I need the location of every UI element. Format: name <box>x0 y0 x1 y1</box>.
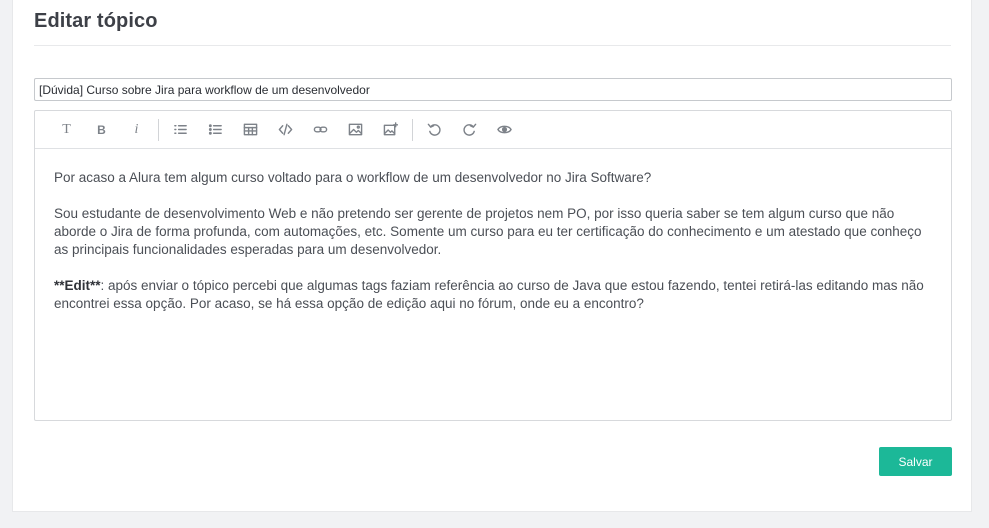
page-title: Editar tópico <box>34 10 158 32</box>
body-paragraph: Por acaso a Alura tem algum curso voltad… <box>54 170 652 185</box>
code-icon <box>278 123 293 136</box>
markdown-editor: T B i Por acaso a Alura tem algum curso … <box>34 110 952 421</box>
redo-button[interactable] <box>452 117 487 143</box>
image-icon <box>348 123 363 136</box>
toolbar-separator <box>158 118 159 141</box>
title-divider <box>34 45 951 46</box>
link-button[interactable] <box>303 117 338 143</box>
editor-textarea[interactable]: Por acaso a Alura tem algum curso voltad… <box>35 149 951 313</box>
italic-icon: i <box>134 121 139 137</box>
body-paragraph: **Edit**: após enviar o tópico percebi q… <box>54 277 932 313</box>
bold-icon: B <box>97 122 106 137</box>
toolbar-separator <box>412 118 413 141</box>
bullet-list-button[interactable] <box>198 117 233 143</box>
edit-topic-card: Editar tópico T B i <box>12 0 972 512</box>
body-paragraph: Sou estudante de desenvolvimento Web e n… <box>54 206 922 257</box>
redo-icon <box>463 123 477 136</box>
bold-button[interactable]: B <box>84 117 119 143</box>
image-upload-icon <box>383 122 398 136</box>
editor-toolbar: T B i <box>35 111 951 149</box>
undo-button[interactable] <box>417 117 452 143</box>
image-button[interactable] <box>338 117 373 143</box>
heading-icon: T <box>62 121 71 137</box>
italic-button[interactable]: i <box>119 117 154 143</box>
ordered-list-button[interactable] <box>163 117 198 143</box>
table-icon <box>243 123 258 136</box>
link-icon <box>313 126 328 133</box>
heading-button[interactable]: T <box>49 117 84 143</box>
ordered-list-icon <box>174 125 187 134</box>
bullet-list-icon <box>208 124 222 135</box>
undo-icon <box>427 123 441 136</box>
image-upload-button[interactable] <box>373 117 408 143</box>
table-button[interactable] <box>233 117 268 143</box>
preview-button[interactable] <box>487 117 522 143</box>
save-button[interactable]: Salvar <box>879 447 952 476</box>
code-button[interactable] <box>268 117 303 143</box>
body-paragraph-text: : após enviar o tópico percebi que algum… <box>54 278 924 311</box>
preview-icon <box>497 125 512 134</box>
topic-title-input[interactable] <box>34 78 952 101</box>
edit-marker: **Edit** <box>54 278 101 293</box>
